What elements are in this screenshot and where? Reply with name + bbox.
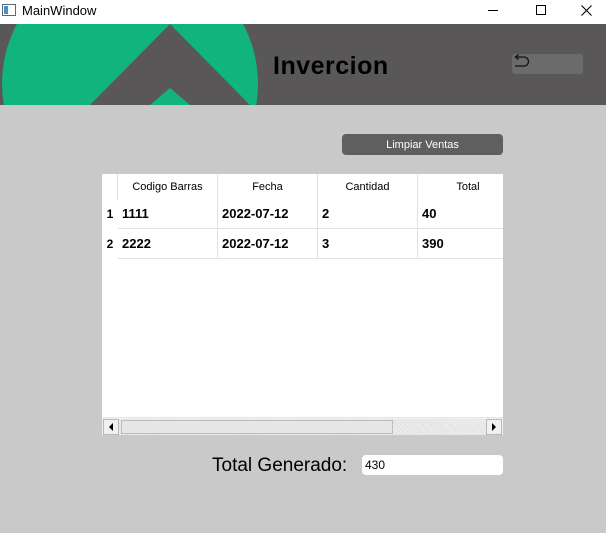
table-cell[interactable]: 2022-07-12 (218, 229, 318, 259)
column-header-codigo-barras[interactable]: Codigo Barras (118, 174, 218, 200)
close-icon (580, 4, 592, 16)
table-cell[interactable]: 390 (418, 229, 503, 259)
column-header-fecha[interactable]: Fecha (218, 174, 318, 200)
header-banner: Invercion (0, 24, 606, 105)
sales-table[interactable]: Codigo Barras Fecha Cantidad Total 1 111… (102, 174, 503, 435)
scroll-left-button[interactable] (103, 419, 119, 435)
minimize-button[interactable] (470, 0, 516, 20)
undo-arrow-icon (514, 54, 530, 67)
table-cell[interactable]: 40 (418, 199, 503, 229)
table-cell[interactable]: 2022-07-12 (218, 199, 318, 229)
horizontal-scrollbar[interactable] (102, 417, 503, 435)
close-button[interactable] (563, 0, 606, 20)
back-button[interactable] (512, 54, 583, 74)
scroll-right-button[interactable] (486, 419, 502, 435)
page-title: Invercion (273, 52, 389, 80)
column-header-cantidad[interactable]: Cantidad (318, 174, 418, 200)
table-cell[interactable]: 2222 (118, 229, 218, 259)
column-header-total[interactable]: Total (418, 174, 518, 200)
window-title: MainWindow (22, 3, 97, 18)
minimize-icon (488, 9, 498, 11)
scroll-left-icon (109, 423, 113, 431)
table-cell[interactable]: 2 (318, 199, 418, 229)
title-bar: MainWindow (0, 0, 606, 24)
row-header[interactable]: 2 (102, 229, 118, 259)
table-cell[interactable]: 3 (318, 229, 418, 259)
total-generated-field[interactable] (362, 455, 503, 475)
row-header[interactable]: 1 (102, 199, 118, 229)
scroll-right-icon (492, 423, 496, 431)
maximize-button[interactable] (518, 0, 564, 20)
clear-sales-button[interactable]: Limpiar Ventas (342, 134, 503, 155)
table-corner (102, 174, 118, 200)
app-window-icon (2, 4, 16, 16)
scroll-thumb[interactable] (121, 420, 393, 434)
total-generated-label: Total Generado: (212, 455, 348, 476)
table-cell[interactable]: 1111 (118, 199, 218, 229)
brand-logo (2, 24, 258, 105)
maximize-icon (536, 5, 546, 15)
